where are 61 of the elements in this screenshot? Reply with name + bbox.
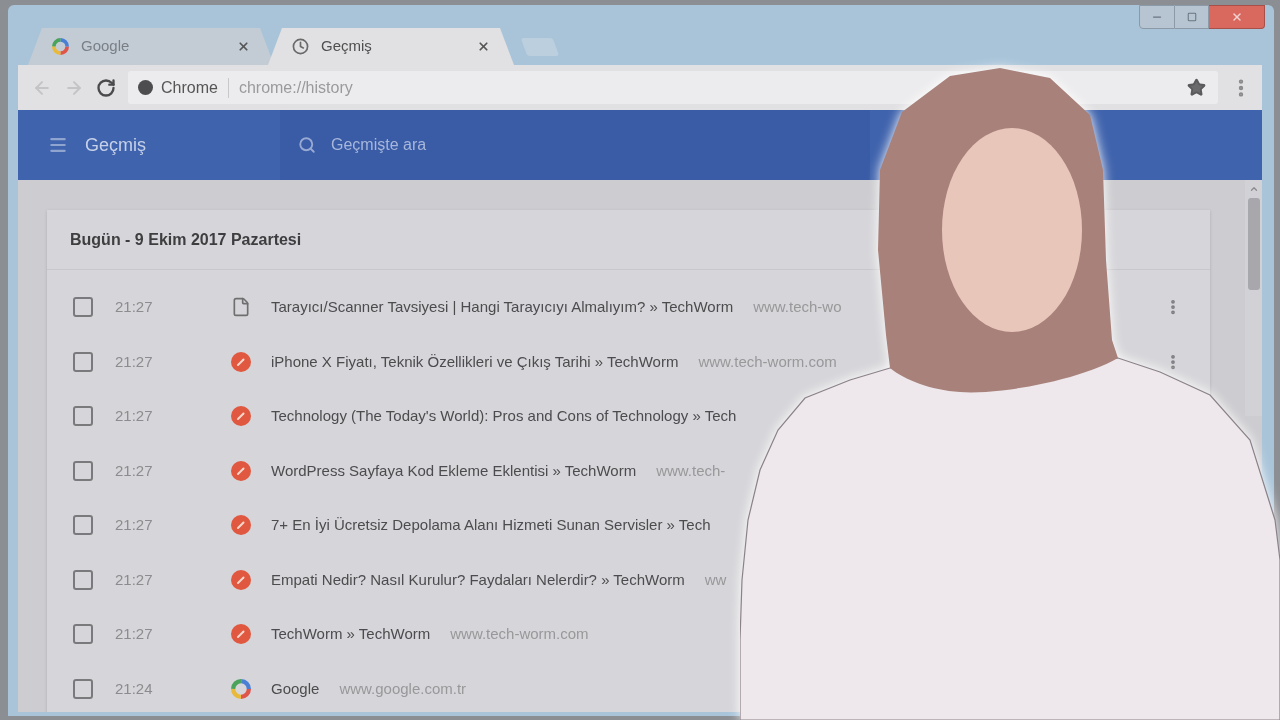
menu-icon[interactable] [48, 135, 68, 155]
page-title-link[interactable]: Tarayıcı/Scanner Tavsiyesi | Hangi Tarayıcıyı Almalıyım? » TechWorm [271, 296, 734, 319]
url-text: chrome://history [238, 77, 354, 98]
page-url: www.tech-wo [753, 297, 842, 317]
checkbox[interactable] [73, 678, 93, 699]
clock-icon [292, 38, 309, 55]
site-chip-label: Chrome [161, 77, 218, 98]
checkbox[interactable] [73, 569, 93, 590]
ring-logo-icon [231, 678, 251, 699]
search-icon [298, 136, 316, 154]
visit-time: 21:24 [115, 678, 154, 699]
visit-time: 21:27 [115, 297, 154, 317]
filled-circle-icon [138, 80, 153, 95]
scrollbar-thumb[interactable] [1247, 198, 1260, 290]
ring-logo-icon [52, 38, 69, 55]
close-icon[interactable] [237, 40, 250, 53]
page-title-link[interactable]: 7+ En İyi Ücretsiz Depolama Alanı Hizmeti Sunan Servisler » Tech [271, 514, 711, 537]
pen-badge-icon [231, 460, 251, 481]
date-heading: Bugün - 9 Ekim 2017 Pazartesi [70, 229, 302, 250]
page-title-link[interactable]: Empati Nedir? Nasıl Kurulur? Faydaları Nelerdir? » TechWorm [271, 568, 685, 591]
pen-badge-icon [231, 624, 251, 645]
close-icon [1230, 11, 1243, 23]
close-icon[interactable] [477, 40, 490, 53]
star-icon[interactable] [1187, 78, 1206, 97]
page-url: www.tech-worm.com [450, 624, 589, 644]
page-title-link[interactable]: TechWorm » TechWorm [271, 623, 431, 646]
pen-badge-icon [231, 406, 251, 427]
page-url: www.tech- [656, 460, 726, 481]
browser-tab[interactable]: Geçmiş [268, 28, 514, 65]
close-button[interactable] [1209, 5, 1265, 29]
page-url: www.tech-worm.com [698, 351, 837, 372]
checkbox[interactable] [73, 297, 93, 318]
page-title-link[interactable]: Technology (The Today's World): Pros and Cons of Technology » Tech [271, 405, 737, 428]
scrollbar[interactable] [1245, 180, 1262, 416]
checkbox[interactable] [73, 624, 93, 645]
visit-time: 21:27 [115, 460, 154, 481]
page-title-link[interactable]: Google [271, 677, 320, 700]
page-title-link[interactable]: iPhone X Fiyatı, Teknik Özellikleri ve Çıkış Tarihi » TechWorm [271, 350, 679, 373]
checkbox[interactable] [73, 460, 93, 481]
page-url: ww [704, 569, 727, 590]
reload-icon [96, 77, 116, 98]
page-title-link[interactable]: WordPress Sayfaya Kod Ekleme Eklentisi » TechWorm [271, 459, 637, 482]
page-title: Geçmiş [85, 133, 146, 157]
document-icon [231, 297, 251, 318]
scroll-up-icon[interactable] [1248, 184, 1259, 194]
pen-badge-icon [231, 515, 251, 536]
maximize-icon [1186, 12, 1197, 22]
visit-time: 21:27 [115, 624, 154, 644]
search-field[interactable]: Geçmişte ara [280, 110, 870, 180]
visit-time: 21:27 [115, 406, 154, 426]
visit-time: 21:27 [115, 515, 154, 535]
checkbox[interactable] [73, 351, 93, 372]
visit-time: 21:27 [115, 351, 154, 372]
minimize-button[interactable] [1139, 5, 1175, 29]
visit-time: 21:27 [115, 569, 154, 590]
page-url: www.google.com.tr [339, 678, 467, 699]
pen-badge-icon [231, 569, 251, 590]
pen-badge-icon [231, 351, 251, 372]
checkbox[interactable] [73, 515, 93, 536]
checkbox[interactable] [73, 406, 93, 427]
maximize-button[interactable] [1175, 5, 1209, 29]
